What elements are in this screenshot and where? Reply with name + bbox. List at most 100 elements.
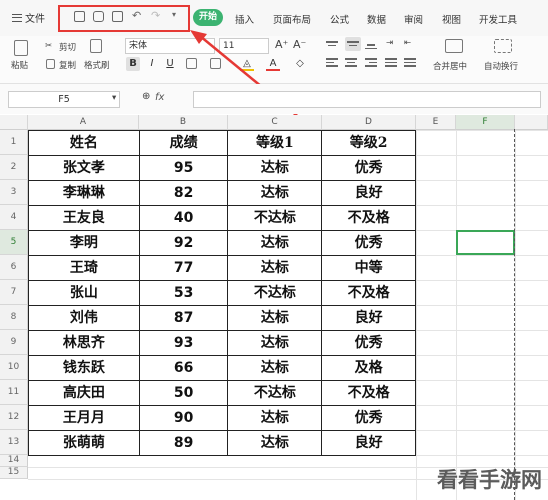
header-cell-level2[interactable]: 等级2 — [322, 131, 416, 156]
cell-name[interactable]: 王琦 — [29, 256, 140, 281]
cell-name[interactable]: 钱东跃 — [29, 356, 140, 381]
cell-name[interactable]: 王友良 — [29, 206, 140, 231]
row-header-7[interactable]: 7 — [0, 280, 28, 305]
cell-level2[interactable]: 优秀 — [322, 331, 416, 356]
col-header-a[interactable]: A — [28, 115, 139, 130]
cell-level2[interactable]: 优秀 — [322, 156, 416, 181]
table-row: 张山 53 不达标 不及格 — [29, 281, 416, 306]
cell-level1[interactable]: 达标 — [228, 156, 323, 181]
cell-level2[interactable]: 优秀 — [322, 406, 416, 431]
cell-name[interactable]: 张萌萌 — [29, 431, 140, 456]
cell-name[interactable]: 刘伟 — [29, 306, 140, 331]
cell-level1[interactable]: 达标 — [228, 331, 323, 356]
cell-score[interactable]: 92 — [139, 231, 229, 256]
cell-score[interactable]: 53 — [139, 281, 229, 306]
cell-name[interactable]: 李明 — [29, 231, 140, 256]
cell-score[interactable]: 66 — [139, 356, 229, 381]
table-row: 高庆田 50 不达标 不及格 — [29, 381, 416, 406]
header-cell-name[interactable]: 姓名 — [29, 131, 140, 156]
watermark: 看看手游网 — [437, 468, 542, 492]
cell-level1[interactable]: 达标 — [228, 431, 323, 456]
col-header-g[interactable] — [515, 115, 548, 130]
table-row: 李明 92 达标 优秀 — [29, 231, 416, 256]
data-table: 姓名 成绩 等级1 等级2 张文孝 95 达标 优秀 李琳琳 82 达标 良好 王友良 40 不达标… — [28, 130, 416, 456]
row-header-8[interactable]: 8 — [0, 305, 28, 330]
col-header-c[interactable]: C — [228, 115, 322, 130]
header-cell-level1[interactable]: 等级1 — [228, 131, 323, 156]
table-row: 王琦 77 达标 中等 — [29, 256, 416, 281]
table-row: 王友良 40 不达标 不及格 — [29, 206, 416, 231]
cell-level1[interactable]: 不达标 — [228, 281, 323, 306]
row-header-10[interactable]: 10 — [0, 355, 28, 380]
cell-score[interactable]: 77 — [139, 256, 229, 281]
cell-name[interactable]: 王月月 — [29, 406, 140, 431]
cell-score[interactable]: 93 — [139, 331, 229, 356]
row-header-14[interactable]: 14 — [0, 455, 28, 467]
col-header-e[interactable]: E — [416, 115, 456, 130]
row-header-6[interactable]: 6 — [0, 255, 28, 280]
table-header-row: 姓名 成绩 等级1 等级2 — [29, 131, 416, 156]
cell-level1[interactable]: 达标 — [228, 306, 323, 331]
cell-level2[interactable]: 及格 — [322, 356, 416, 381]
row-header-11[interactable]: 11 — [0, 380, 28, 405]
header-cell-score[interactable]: 成绩 — [139, 131, 229, 156]
cell-score[interactable]: 40 — [139, 206, 229, 231]
select-all-corner[interactable] — [0, 115, 28, 130]
cell-level1[interactable]: 达标 — [228, 231, 323, 256]
cell-level2[interactable]: 良好 — [322, 306, 416, 331]
cell-name[interactable]: 李琳琳 — [29, 181, 140, 206]
row-header-13[interactable]: 13 — [0, 430, 28, 455]
cell-level2[interactable]: 良好 — [322, 431, 416, 456]
table-row: 张文孝 95 达标 优秀 — [29, 156, 416, 181]
page-break-line — [514, 129, 515, 500]
col-header-d[interactable]: D — [322, 115, 416, 130]
cell-score[interactable]: 95 — [139, 156, 229, 181]
cell-level2[interactable]: 不及格 — [322, 206, 416, 231]
table-row: 林思齐 93 达标 优秀 — [29, 331, 416, 356]
cell-score[interactable]: 90 — [139, 406, 229, 431]
cell-name[interactable]: 张文孝 — [29, 156, 140, 181]
table-row: 王月月 90 达标 优秀 — [29, 406, 416, 431]
formula-input[interactable] — [193, 91, 541, 108]
table-body: 张文孝 95 达标 优秀 李琳琳 82 达标 良好 王友良 40 不达标 不及格 李明 92 达标 优秀 王琦 7… — [29, 156, 416, 456]
cell-level2[interactable]: 良好 — [322, 181, 416, 206]
cell-level2[interactable]: 不及格 — [322, 381, 416, 406]
row-header-15[interactable]: 15 — [0, 467, 28, 479]
cell-level2[interactable]: 中等 — [322, 256, 416, 281]
row-header-12[interactable]: 12 — [0, 405, 28, 430]
table-row: 李琳琳 82 达标 良好 — [29, 181, 416, 206]
name-box-dropdown-icon[interactable]: ▾ — [112, 93, 116, 103]
row-header-5[interactable]: 5 — [0, 230, 28, 255]
cell-level1[interactable]: 达标 — [228, 181, 323, 206]
cell-name[interactable]: 张山 — [29, 281, 140, 306]
cell-level1[interactable]: 达标 — [228, 356, 323, 381]
table-row: 刘伟 87 达标 良好 — [29, 306, 416, 331]
cell-level1[interactable]: 不达标 — [228, 381, 323, 406]
row-header-1[interactable]: 1 — [0, 130, 28, 155]
gridline-vertical — [515, 130, 516, 500]
cell-score[interactable]: 87 — [139, 306, 229, 331]
cell-score[interactable]: 82 — [139, 181, 229, 206]
col-header-f[interactable]: F — [456, 115, 515, 130]
table-row: 钱东跃 66 达标 及格 — [29, 356, 416, 381]
row-header-9[interactable]: 9 — [0, 330, 28, 355]
cell-level1[interactable]: 达标 — [228, 256, 323, 281]
cell-level1[interactable]: 达标 — [228, 406, 323, 431]
col-header-b[interactable]: B — [139, 115, 228, 130]
cell-name[interactable]: 高庆田 — [29, 381, 140, 406]
gridline-vertical — [456, 130, 457, 500]
name-box[interactable]: F5 — [8, 91, 120, 108]
row-header-2[interactable]: 2 — [0, 155, 28, 180]
cell-name[interactable]: 林思齐 — [29, 331, 140, 356]
fx-icon[interactable]: fx — [155, 92, 164, 103]
gridline-vertical — [416, 130, 417, 500]
selected-cell[interactable] — [456, 230, 515, 255]
cell-level2[interactable]: 不及格 — [322, 281, 416, 306]
row-header-3[interactable]: 3 — [0, 180, 28, 205]
cell-level2[interactable]: 优秀 — [322, 231, 416, 256]
zoom-icon[interactable]: ⊕ — [142, 91, 150, 102]
cell-score[interactable]: 89 — [139, 431, 229, 456]
row-header-4[interactable]: 4 — [0, 205, 28, 230]
cell-score[interactable]: 50 — [139, 381, 229, 406]
cell-level1[interactable]: 不达标 — [228, 206, 323, 231]
